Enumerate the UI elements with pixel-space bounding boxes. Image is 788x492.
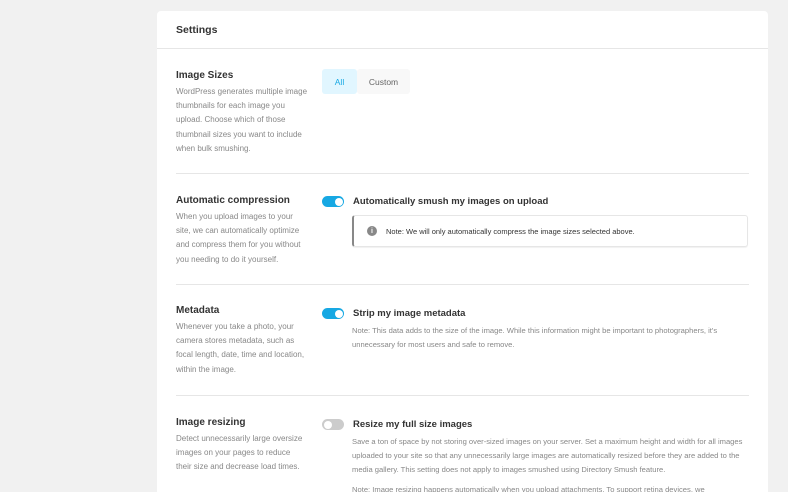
image-sizes-tabs: All Custom bbox=[322, 69, 749, 94]
info-icon: i bbox=[367, 226, 377, 236]
image-resizing-label: Image resizing bbox=[176, 417, 246, 428]
auto-compression-toggle[interactable] bbox=[322, 196, 344, 207]
metadata-toggle[interactable] bbox=[322, 308, 344, 319]
image-resizing-row: Image resizing Detect unnecessarily larg… bbox=[176, 396, 749, 492]
image-resizing-toggle[interactable] bbox=[322, 419, 344, 430]
toggle-knob bbox=[334, 197, 343, 206]
image-sizes-description: WordPress generates multiple image thumb… bbox=[176, 87, 308, 153]
image-resizing-toggle-label[interactable]: Resize my full size images bbox=[353, 419, 472, 430]
metadata-description: Whenever you take a photo, your camera s… bbox=[176, 322, 305, 374]
image-resizing-note: Save a ton of space by not storing over-… bbox=[352, 437, 743, 475]
metadata-note: Note: This data adds to the size of the … bbox=[352, 326, 718, 350]
metadata-toggle-label[interactable]: Strip my image metadata bbox=[353, 308, 465, 319]
auto-compression-row: Automatic compression When you upload im… bbox=[176, 174, 749, 285]
toggle-knob bbox=[334, 309, 343, 318]
settings-panel: Settings Image Sizes WordPress generates… bbox=[157, 11, 768, 492]
auto-compression-description: When you upload images to your site, we … bbox=[176, 212, 301, 264]
auto-compression-toggle-label[interactable]: Automatically smush my images on upload bbox=[353, 196, 548, 207]
auto-compression-label: Automatic compression bbox=[176, 195, 290, 206]
image-sizes-row: Image Sizes WordPress generates multiple… bbox=[176, 49, 749, 174]
toggle-knob bbox=[323, 420, 332, 429]
image-sizes-label: Image Sizes bbox=[176, 70, 234, 81]
image-resizing-note-2: Note: Image resizing happens automatical… bbox=[352, 484, 705, 492]
metadata-row: Metadata Whenever you take a photo, your… bbox=[176, 285, 749, 396]
panel-title: Settings bbox=[157, 11, 768, 49]
metadata-label: Metadata bbox=[176, 305, 220, 316]
image-resizing-description: Detect unnecessarily large oversize imag… bbox=[176, 434, 303, 472]
tab-custom[interactable]: Custom bbox=[357, 69, 410, 94]
tab-all[interactable]: All bbox=[322, 69, 357, 94]
auto-compression-notice: i Note: We will only automatically compr… bbox=[352, 215, 748, 247]
auto-compression-notice-text: Note: We will only automatically compres… bbox=[386, 226, 635, 236]
